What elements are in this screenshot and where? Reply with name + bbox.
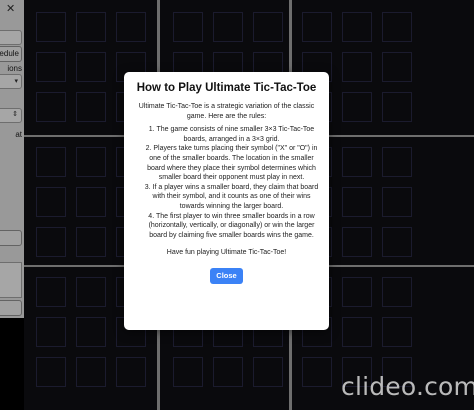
- rule-item: 3. If a player wins a smaller board, the…: [144, 183, 319, 210]
- rule-item: 1. The game consists of nine smaller 3×3…: [148, 126, 315, 143]
- rule-item: 2. Players take turns placing their symb…: [145, 145, 318, 182]
- rules-dialog: How to Play Ultimate Tic-Tac-Toe Ultimat…: [124, 72, 329, 330]
- dialog-title: How to Play Ultimate Tic-Tac-Toe: [136, 82, 317, 94]
- dialog-outro: Have fun playing Ultimate Tic-Tac-Toe!: [166, 249, 287, 257]
- close-button[interactable]: Close: [210, 267, 243, 284]
- watermark-logo: clideo.com: [341, 372, 474, 401]
- rule-item: 4. The first player to win three smaller…: [148, 212, 315, 239]
- dialog-intro: Ultimate Tic-Tac-Toe is a strategic vari…: [138, 103, 315, 120]
